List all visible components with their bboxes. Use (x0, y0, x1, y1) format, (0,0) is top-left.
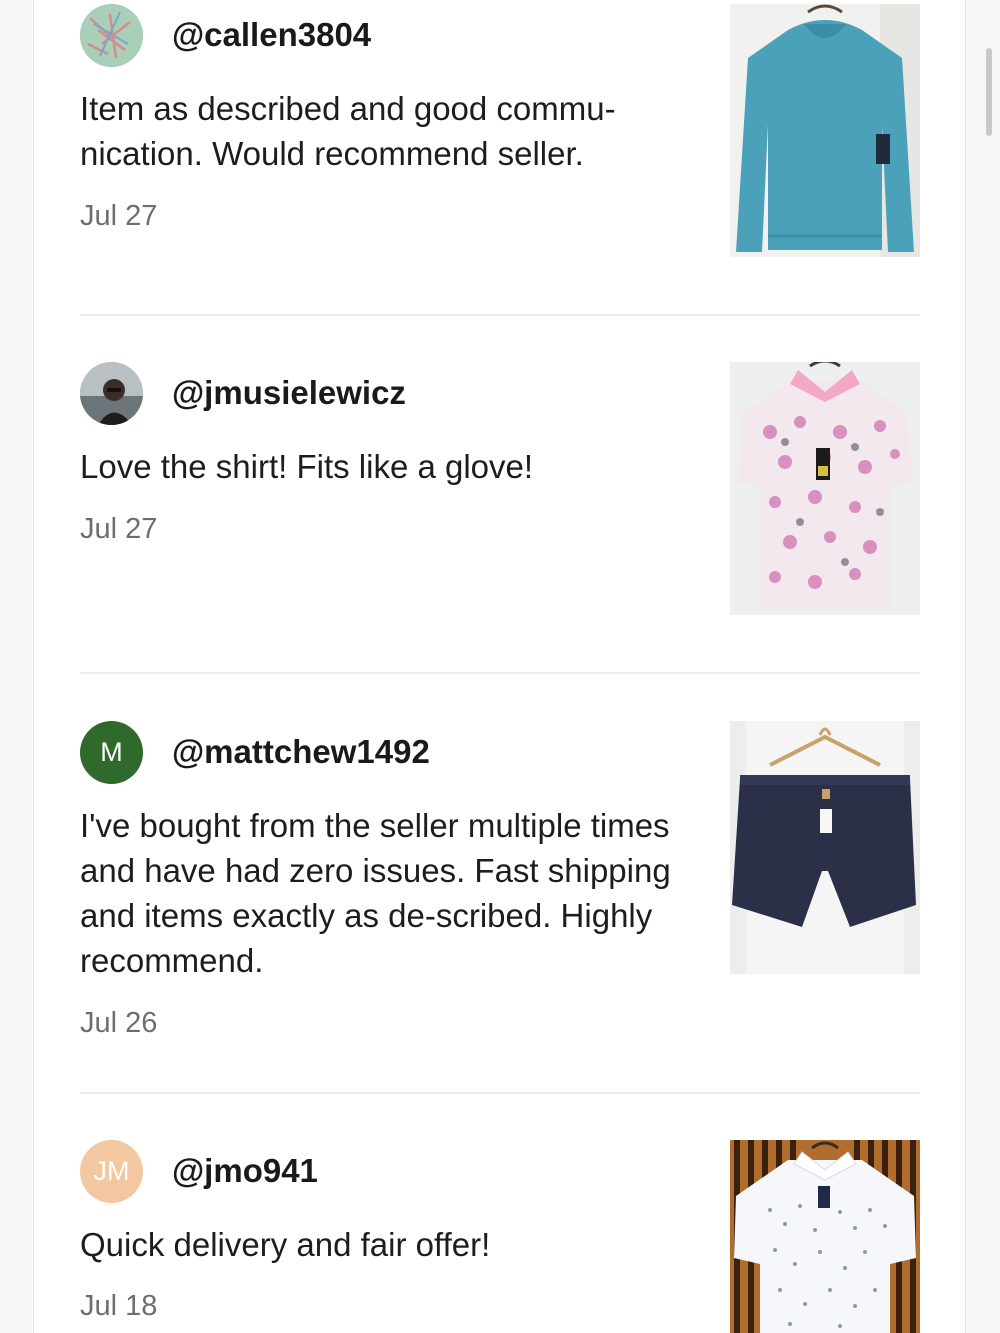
avatar[interactable]: M (80, 721, 143, 784)
review-date: Jul 27 (80, 200, 158, 232)
floral-polo-icon (730, 362, 920, 615)
divider (80, 1092, 920, 1094)
pattern-avatar-icon (80, 4, 143, 67)
navy-shorts-icon (730, 721, 920, 974)
avatar[interactable]: JM (80, 1140, 143, 1203)
reviewer-username[interactable]: @callen3804 (172, 16, 371, 54)
reviewer-username[interactable]: @jmusielewicz (172, 374, 406, 412)
review-date: Jul 26 (80, 1007, 158, 1039)
reviewer-username[interactable]: @mattchew1492 (172, 733, 430, 771)
reviewer-username[interactable]: @jmo941 (172, 1152, 318, 1190)
review-comment: Quick delivery and fair offer! (80, 1226, 491, 1263)
item-thumbnail[interactable] (730, 4, 920, 257)
review-comment: Item as described and good commu-nicatio… (80, 90, 616, 172)
review-date: Jul 27 (80, 513, 158, 545)
review-item: @jmusielewicz Love the shirt! Fits like … (80, 362, 920, 618)
review-item: JM @jmo941 Quick delivery and fair offer… (80, 1140, 920, 1333)
white-print-shirt-icon (730, 1140, 920, 1333)
item-thumbnail[interactable] (730, 721, 920, 974)
review-item: @callen3804 Item as described and good c… (80, 4, 920, 264)
divider (80, 672, 920, 674)
avatar-initials: M (100, 737, 123, 767)
item-thumbnail[interactable] (730, 362, 920, 615)
review-date: Jul 18 (80, 1290, 158, 1322)
review-comment: Love the shirt! Fits like a glove! (80, 448, 534, 485)
divider (80, 314, 920, 316)
scrollbar[interactable] (986, 48, 992, 136)
avatar[interactable] (80, 362, 143, 425)
review-item: M @mattchew1492 I've bought from the sel… (80, 721, 920, 1051)
avatar-initials: JM (93, 1156, 130, 1186)
avatar[interactable] (80, 4, 143, 67)
teal-hoodie-icon (730, 4, 920, 257)
review-comment: I've bought from the seller multiple tim… (80, 807, 671, 979)
item-thumbnail[interactable] (730, 1140, 920, 1333)
photo-avatar-icon (80, 362, 143, 425)
